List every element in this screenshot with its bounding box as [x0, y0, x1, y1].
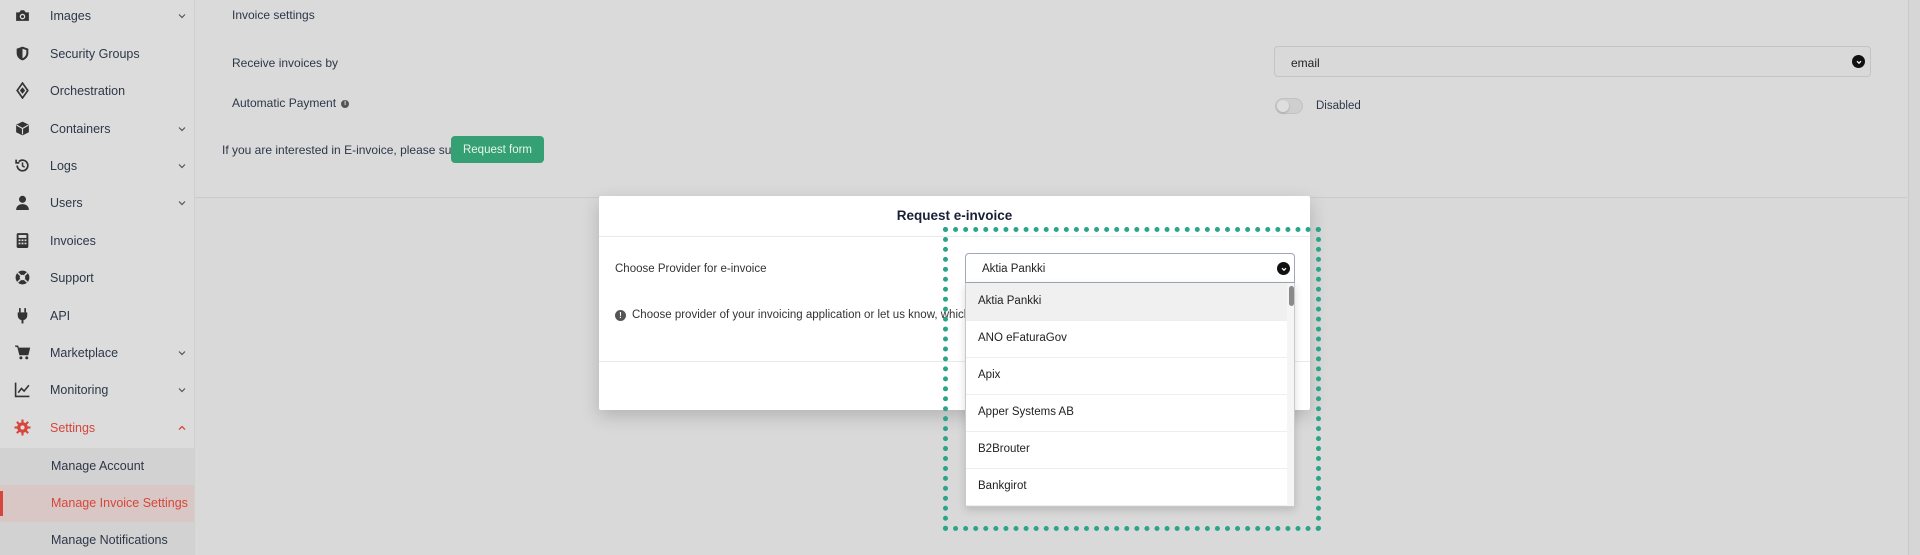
chevron-up-icon — [177, 423, 187, 433]
provider-help-text: Choose provider of your invoicing applic… — [632, 309, 997, 321]
sidebar-item-label: Logs — [50, 158, 78, 173]
sidebar-item-label: Invoices — [50, 233, 96, 248]
chevron-down-icon — [177, 348, 187, 358]
highlight-box — [943, 227, 1321, 531]
sidebar-subitem-manage-account[interactable]: Manage Account — [0, 448, 194, 485]
history-icon — [13, 157, 31, 175]
sidebar-item-settings[interactable]: Settings — [0, 409, 194, 446]
sidebar-item-images[interactable]: Images — [0, 0, 194, 34]
chevron-down-icon — [177, 11, 187, 21]
gear-icon — [13, 419, 31, 437]
info-icon: ! — [615, 309, 626, 321]
sidebar-item-security-groups[interactable]: Security Groups — [0, 35, 194, 72]
invoice-settings-card: Invoice settings Receive invoices by ema… — [195, 0, 1907, 198]
sidebar-item-label: Monitoring — [50, 382, 109, 397]
info-icon: i — [341, 99, 350, 108]
sidebar-item-logs[interactable]: Logs — [0, 147, 194, 184]
chart-line-icon — [13, 381, 31, 399]
request-form-button[interactable]: Request form — [451, 136, 544, 163]
sidebar-item-users[interactable]: Users — [0, 184, 194, 221]
sidebar-subitem-label: Manage Notifications — [51, 533, 168, 547]
sidebar-item-invoices[interactable]: Invoices — [0, 222, 194, 259]
sidebar-subitem-manage-notifications[interactable]: Manage Notifications — [0, 522, 194, 555]
section-heading: Invoice settings — [232, 8, 315, 22]
sidebar-item-label: Settings — [50, 420, 96, 435]
chevron-down-icon — [177, 124, 187, 134]
sidebar-item-label: API — [50, 308, 71, 323]
sidebar-item-support[interactable]: Support — [0, 259, 194, 296]
sidebar-item-label: Marketplace — [50, 345, 119, 360]
sidebar-item-label: Images — [50, 8, 91, 23]
sidebar-item-api[interactable]: API — [0, 297, 194, 334]
calculator-icon — [13, 232, 31, 250]
camera-icon — [13, 7, 31, 25]
provider-label: Choose Provider for e-invoice — [615, 263, 767, 275]
page-scrollbar[interactable] — [1908, 0, 1920, 555]
receive-invoices-select[interactable]: email — [1274, 46, 1871, 77]
cube-icon — [13, 120, 31, 138]
automatic-payment-text: Automatic Payment — [232, 96, 337, 110]
sidebar-item-label: Support — [50, 270, 94, 285]
chevron-down-icon — [1852, 55, 1865, 68]
sidebar-item-orchestration[interactable]: Orchestration — [0, 72, 194, 109]
lifebuoy-icon — [13, 269, 31, 287]
sidebar-subitem-label: Manage Account — [51, 459, 145, 473]
sidebar-item-label: Security Groups — [50, 46, 140, 61]
user-icon — [13, 194, 31, 212]
chevron-down-icon — [177, 198, 187, 208]
plug-icon — [13, 307, 31, 325]
layers-icon — [13, 82, 31, 100]
automatic-payment-label: Automatic Payment i — [232, 96, 350, 110]
sidebar-item-monitoring[interactable]: Monitoring — [0, 371, 194, 408]
shield-icon — [13, 45, 31, 63]
automatic-payment-toggle[interactable] — [1275, 98, 1303, 114]
automatic-payment-state: Disabled — [1316, 100, 1361, 112]
chevron-down-icon — [177, 161, 187, 171]
provider-help: ! Choose provider of your invoicing appli… — [615, 309, 996, 321]
cart-icon — [13, 344, 31, 362]
sidebar-subitem-label: Manage Invoice Settings — [51, 496, 188, 510]
sidebar: Images Security Groups Orchestration Con… — [0, 0, 195, 555]
sidebar-item-label: Orchestration — [50, 83, 126, 98]
sidebar-item-label: Users — [50, 195, 83, 210]
receive-invoices-value: email — [1291, 56, 1320, 70]
chevron-down-icon — [177, 385, 187, 395]
sidebar-item-marketplace[interactable]: Marketplace — [0, 334, 194, 371]
receive-invoices-label: Receive invoices by — [232, 56, 339, 70]
sidebar-subitem-manage-invoice-settings[interactable]: Manage Invoice Settings — [0, 485, 194, 522]
einvoice-prompt: If you are interested in E-invoice, plea… — [222, 143, 475, 157]
sidebar-item-label: Containers — [50, 121, 111, 136]
sidebar-item-containers[interactable]: Containers — [0, 110, 194, 147]
